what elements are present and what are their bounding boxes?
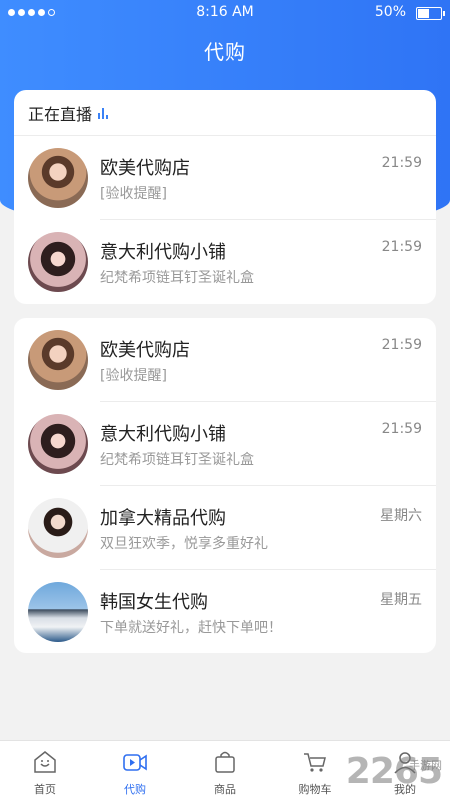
message-preview: 纪梵希项链耳钉圣诞礼盒 [100,270,254,286]
shop-name: 意大利代购小铺 [100,242,226,263]
message-time: 21:59 [381,421,422,437]
message-preview: 纪梵希项链耳钉圣诞礼盒 [100,452,254,468]
battery-percentage: 50% [374,4,406,20]
avatar [28,498,88,558]
list-item[interactable]: 加拿大精品代购 星期六 双旦狂欢季，悦享多重好礼 [14,486,436,570]
message-preview: 下单就送好礼，赶快下单吧！ [100,620,282,636]
live-card: 正在直播 欧美代购店 21:59 [验收提醒] 意大利代购小铺 21:59 纪梵… [14,90,436,304]
avatar [28,330,88,390]
battery-icon [416,7,445,20]
message-time: 21:59 [381,337,422,353]
message-time: 21:59 [381,155,422,171]
shop-name: 意大利代购小铺 [100,424,226,445]
message-time: 21:59 [381,239,422,255]
avatar [28,148,88,208]
shop-name: 加拿大精品代购 [100,508,226,529]
message-time: 星期五 [380,592,422,608]
watermark-logo: 2265 手游网 [346,751,443,792]
status-bar: 8:16 AM 50% [0,0,450,26]
page-title: 代购 [204,40,246,64]
tab-bar: 首页 代购 商品 购物车 我的 2265 手游网 [0,740,450,800]
message-time: 星期六 [380,508,422,524]
tab-label: 首页 [34,783,56,796]
list-item[interactable]: 欧美代购店 21:59 [验收提醒] [14,318,436,402]
tab-label: 代购 [124,783,146,796]
tab-home[interactable]: 首页 [0,741,90,800]
tab-products[interactable]: 商品 [180,741,270,800]
avatar [28,582,88,642]
shop-list-card: 欧美代购店 21:59 [验收提醒] 意大利代购小铺 21:59 纪梵希项链耳钉… [14,318,436,653]
bag-icon [215,751,235,773]
live-bars-icon [98,107,109,119]
shop-name: 欧美代购店 [100,158,190,179]
message-preview: [验收提醒] [100,368,167,384]
shop-name: 韩国女生代购 [100,592,208,613]
live-header: 正在直播 [14,90,436,136]
list-item[interactable]: 意大利代购小铺 21:59 纪梵希项链耳钉圣诞礼盒 [14,220,436,304]
list-item[interactable]: 欧美代购店 21:59 [验收提醒] [14,136,436,220]
list-item[interactable]: 韩国女生代购 星期五 下单就送好礼，赶快下单吧！ [14,570,436,653]
list-item[interactable]: 意大利代购小铺 21:59 纪梵希项链耳钉圣诞礼盒 [14,402,436,486]
live-label: 正在直播 [28,104,93,124]
watermark-suffix: 手游网 [409,759,442,772]
tab-label: 商品 [214,783,236,796]
avatar [28,232,88,292]
shop-name: 欧美代购店 [100,340,190,361]
message-preview: 双旦狂欢季，悦享多重好礼 [100,536,268,552]
video-icon [123,754,147,771]
avatar [28,414,88,474]
cart-icon [304,753,326,772]
message-preview: [验收提醒] [100,186,167,202]
tab-daigou[interactable]: 代购 [90,741,180,800]
home-icon [34,751,56,773]
